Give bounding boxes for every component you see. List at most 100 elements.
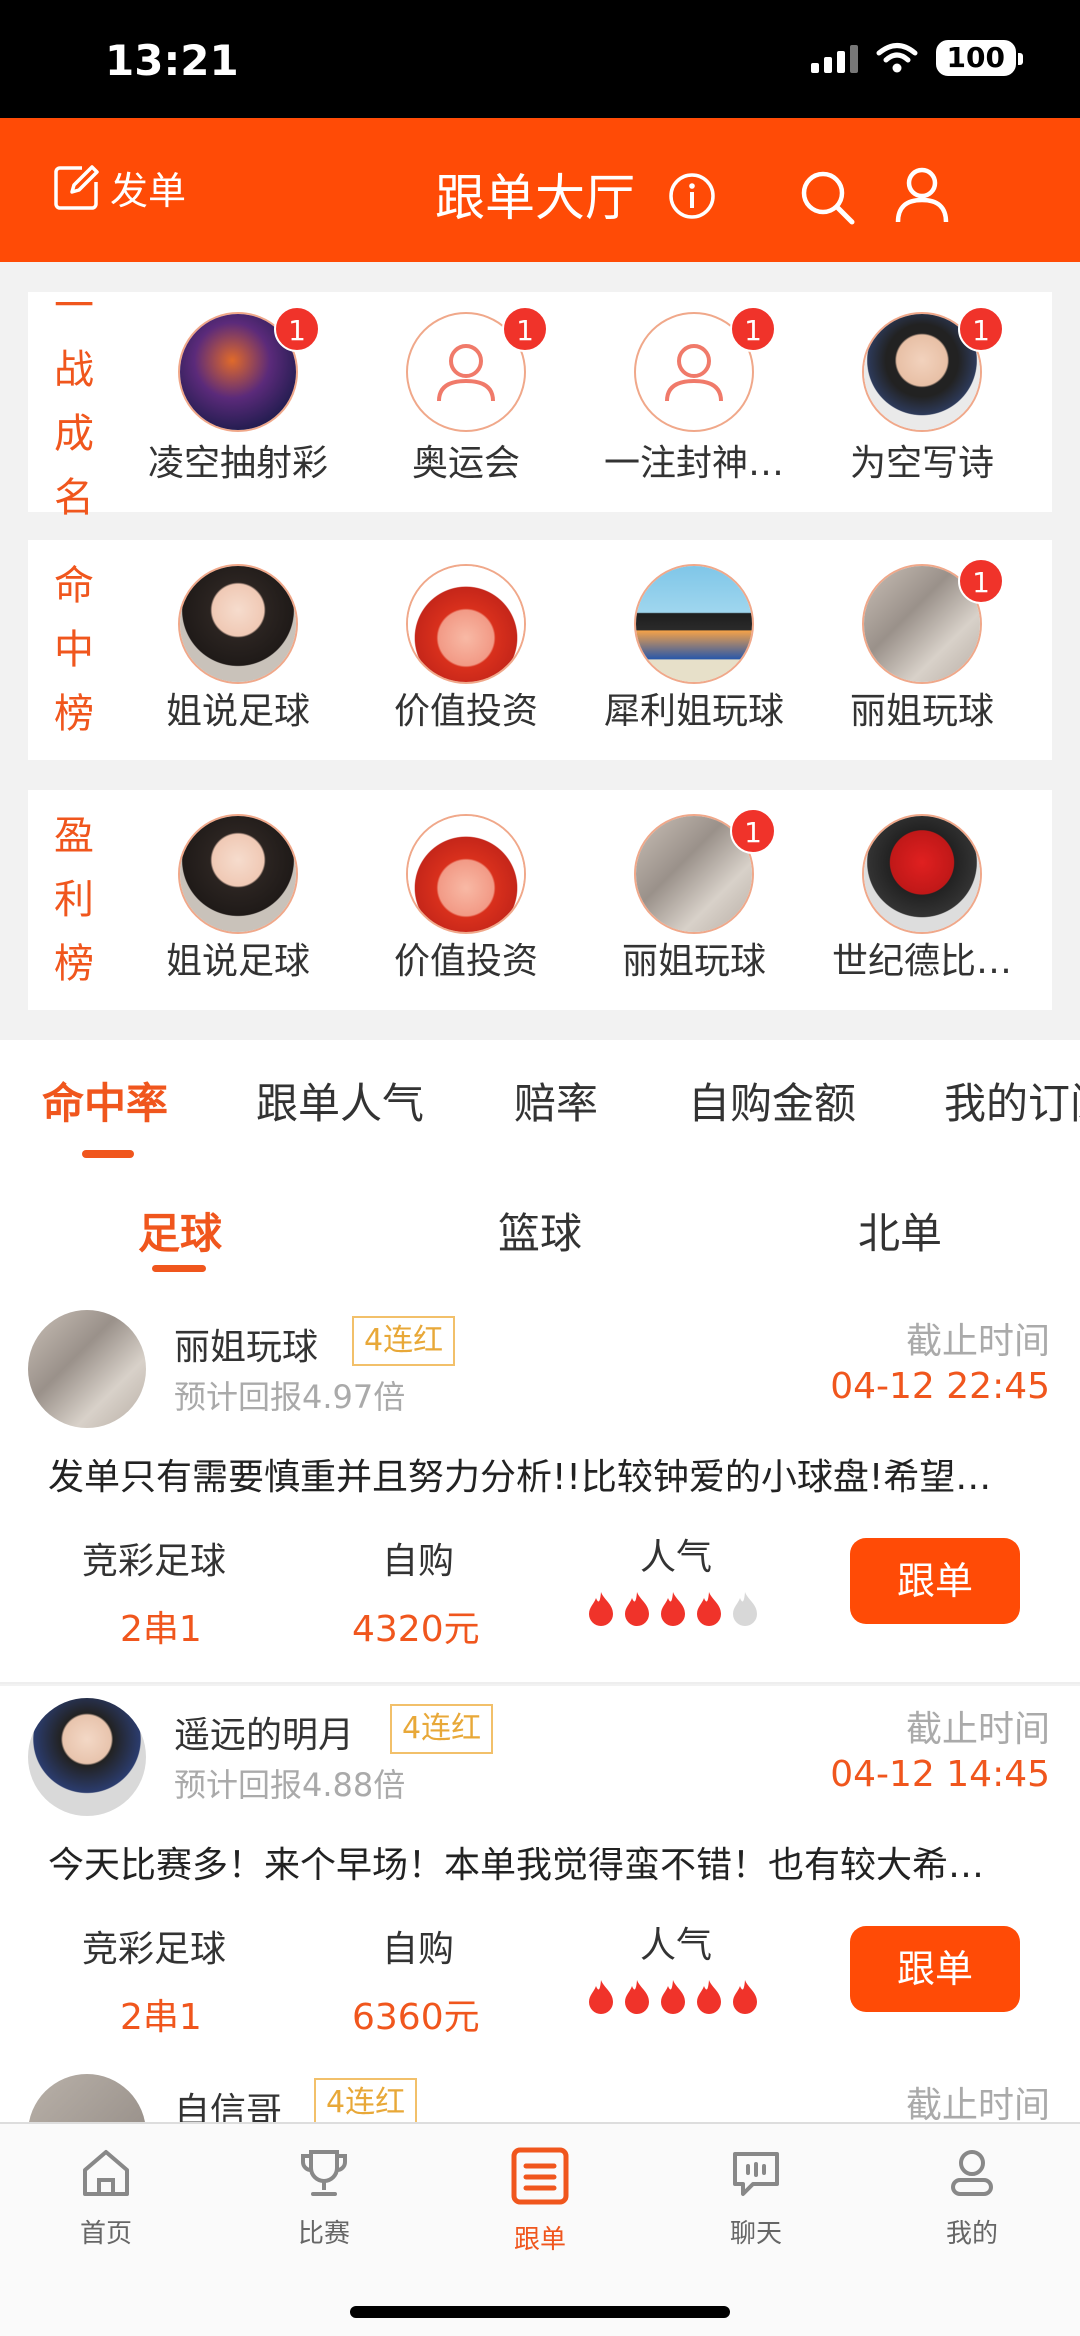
lottery-type-value: 2串1 <box>120 1609 202 1650</box>
nav-chat[interactable]: 聊天 <box>686 2146 826 2250</box>
tab-football[interactable]: 足球 <box>138 1200 222 1261</box>
ranking-user-name: 奥运会 <box>411 443 520 484</box>
flame-icon <box>661 1592 685 1626</box>
popularity-rating <box>586 1978 760 2014</box>
nav-matches[interactable]: 比赛 <box>254 2146 394 2250</box>
follow-button[interactable]: 跟单 <box>850 1926 1020 2012</box>
ranking-user[interactable]: 1 丽姐玩球 <box>808 540 1036 760</box>
notification-badge: 1 <box>958 558 1004 604</box>
ranking-user-name: 姐说足球 <box>165 941 310 982</box>
ranking-user[interactable]: 价值投资 <box>352 790 580 1010</box>
ranking-user-name: 价值投资 <box>393 691 538 732</box>
notification-badge: 1 <box>958 306 1004 352</box>
chat-icon <box>733 2152 779 2196</box>
popularity-label: 人气 <box>640 1925 713 1966</box>
edit-icon <box>54 164 99 210</box>
ranking-user-name: 为空写诗 <box>849 443 994 484</box>
info-icon[interactable] <box>668 172 716 220</box>
nav-label: 比赛 <box>297 2219 350 2249</box>
ranking-user-name: 丽姐玩球 <box>621 941 766 982</box>
avatar[interactable] <box>28 2074 146 2122</box>
flame-icon <box>733 1592 757 1626</box>
nav-home[interactable]: 首页 <box>36 2146 176 2250</box>
ranking-user-name: 丽姐玩球 <box>849 691 994 732</box>
tab-hit-rate[interactable]: 命中率 <box>42 1070 168 1131</box>
ranking-label: 盈 利 榜 <box>54 790 94 1010</box>
avatar[interactable] <box>28 1698 146 1816</box>
tab-beidan[interactable]: 北单 <box>858 1200 942 1261</box>
ranking-user[interactable]: 1 奥运会 <box>352 292 580 512</box>
ranking-user[interactable]: 姐说足球 <box>124 790 352 1010</box>
default-avatar-icon <box>437 344 495 402</box>
avatar[interactable] <box>28 1310 146 1428</box>
expected-return: 预计回报4.97倍 <box>174 1378 406 1416</box>
streak-badge: 4连红 <box>314 2078 418 2122</box>
nav-follow[interactable]: 跟单 <box>470 2146 610 2256</box>
tab-indicator <box>82 1150 134 1158</box>
deadline-label: 截止时间 <box>905 1321 1050 1362</box>
follow-post[interactable]: 遥远的明月 4连红 预计回报4.88倍 截止时间 04-12 14:45 今天比… <box>0 1686 1080 2072</box>
page-title: 跟单大厅 <box>435 169 635 227</box>
tab-self-purchase-amount[interactable]: 自购金额 <box>688 1070 856 1131</box>
home-indicator <box>350 2306 730 2318</box>
nav-label: 我的 <box>945 2219 998 2249</box>
status-bar: 13:21 100 <box>0 0 1080 118</box>
ranking-label-char: 成 <box>54 411 94 457</box>
nav-label: 首页 <box>79 2219 132 2249</box>
avatar <box>178 564 298 684</box>
wifi-icon <box>876 43 918 73</box>
nav-profile[interactable]: 我的 <box>902 2146 1042 2250</box>
profile-icon <box>951 2150 993 2196</box>
flame-icon <box>625 1980 649 2014</box>
flame-icon <box>661 1980 685 2014</box>
ranking-user-name: 价值投资 <box>393 941 538 982</box>
lottery-type-value: 2串1 <box>120 1997 202 2038</box>
follow-button[interactable]: 跟单 <box>850 1538 1020 1624</box>
post-button[interactable]: 发单 <box>52 160 186 215</box>
notification-badge: 1 <box>730 306 776 352</box>
home-icon <box>83 2150 129 2196</box>
ranking-card-fame: 一 战 成 名 1 凌空抽射彩 1 奥运会 1 一注封神… 1 为空写诗 <box>28 283 1052 521</box>
ranking-label-char: 榜 <box>54 691 94 737</box>
tab-odds[interactable]: 赔率 <box>514 1070 598 1131</box>
ranking-user-name: 凌空抽射彩 <box>147 443 328 484</box>
ranking-user-name: 犀利姐玩球 <box>603 691 784 732</box>
tab-follow-popularity[interactable]: 跟单人气 <box>256 1070 424 1131</box>
lottery-type-label: 竞彩足球 <box>82 1929 227 1970</box>
sort-tabs-section: 命中率 跟单人气 赔率 自购金额 我的订阅 足球 篮球 北单 <box>0 1040 1080 1310</box>
nav-label: 聊天 <box>729 2219 782 2249</box>
self-purchase-value: 6360元 <box>352 1997 480 2038</box>
ranking-user-name: 世纪德比… <box>831 941 1012 982</box>
avatar <box>862 814 982 934</box>
post-author-name: 丽姐玩球 <box>174 1327 319 1368</box>
ranking-user[interactable]: 姐说足球 <box>124 540 352 760</box>
flame-icon <box>589 1980 613 2014</box>
avatar <box>178 814 298 934</box>
ranking-user[interactable]: 1 一注封神… <box>580 292 808 512</box>
tab-basketball[interactable]: 篮球 <box>498 1200 582 1261</box>
ranking-user[interactable]: 1 丽姐玩球 <box>580 790 808 1010</box>
search-icon[interactable] <box>798 168 856 226</box>
app-header: 发单 跟单大厅 <box>0 118 1080 262</box>
ranking-user[interactable]: 价值投资 <box>352 540 580 760</box>
status-time: 13:21 <box>105 36 239 85</box>
follow-post-partial[interactable]: 自信哥 4连红 截止时间 <box>0 2062 1080 2122</box>
popularity-rating <box>586 1590 760 1626</box>
ranking-user[interactable]: 世纪德比… <box>808 790 1036 1010</box>
post-button-label: 发单 <box>110 169 187 213</box>
ranking-label-char: 榜 <box>54 941 94 987</box>
flame-icon <box>625 1592 649 1626</box>
bottom-navigation: 首页 比赛 跟单 聊天 我的 <box>0 2122 1080 2336</box>
follow-list-icon <box>511 2147 569 2205</box>
tab-my-subscriptions[interactable]: 我的订阅 <box>944 1070 1080 1131</box>
ranking-label-char: 盈 <box>54 813 94 859</box>
follow-post[interactable]: 丽姐玩球 4连红 预计回报4.97倍 截止时间 04-12 22:45 发单只有… <box>0 1298 1080 1684</box>
ranking-card-hit-rate: 命 中 榜 姐说足球 价值投资 犀利姐玩球 1 丽姐玩球 <box>28 540 1052 760</box>
ranking-user[interactable]: 1 凌空抽射彩 <box>124 292 352 512</box>
ranking-card-profit: 盈 利 榜 姐说足球 价值投资 1 丽姐玩球 世纪德比… <box>28 790 1052 1010</box>
post-description: 今天比赛多！来个早场！本单我觉得蛮不错！也有较大希… <box>48 1845 985 1886</box>
post-description: 发单只有需要慎重并且努力分析!!比较钟爱的小球盘!希望… <box>48 1457 992 1498</box>
user-icon[interactable] <box>894 166 950 224</box>
ranking-user[interactable]: 犀利姐玩球 <box>580 540 808 760</box>
ranking-user[interactable]: 1 为空写诗 <box>808 292 1036 512</box>
